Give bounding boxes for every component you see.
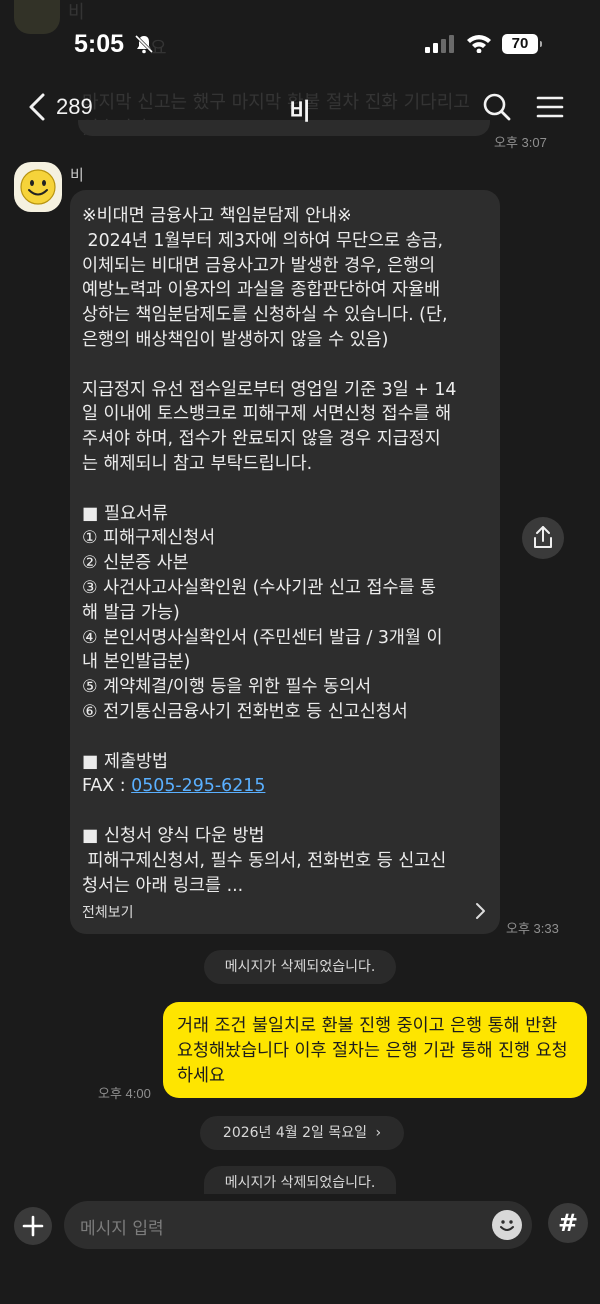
- message-line: 상하는 책임분담제도를 신청하실 수 있습니다. (단,: [82, 305, 448, 326]
- plus-icon: [22, 1215, 44, 1237]
- smiley-icon: [20, 169, 56, 205]
- status-time: 5:05: [74, 30, 125, 58]
- message-input-placeholder: 메시지 입력: [80, 1219, 164, 1239]
- message-line: 해 발급 가능): [82, 602, 180, 623]
- message-line: 피해구제신청서, 필수 동의서, 전화번호 등 신고신: [82, 850, 447, 871]
- share-button[interactable]: [522, 517, 564, 559]
- message-time: 오후 3:07: [494, 135, 547, 150]
- share-icon: [534, 526, 552, 548]
- message-line: [82, 725, 494, 750]
- bell-muted-icon: [134, 34, 154, 54]
- message-line: ■ 제출방법: [82, 751, 168, 772]
- message-line: 내 본인발급분): [82, 652, 191, 673]
- battery-indicator: 70: [502, 34, 542, 54]
- message-composer: 메시지 입력 #: [0, 1195, 600, 1304]
- message-input[interactable]: 메시지 입력: [64, 1201, 532, 1249]
- date-divider-label: 2026년 4월 2일 목요일: [222, 1125, 367, 1141]
- view-all-link[interactable]: 전체보기: [82, 902, 134, 922]
- search-icon[interactable]: [482, 92, 512, 122]
- message-line: ③ 사건사고사실확인원 (수사기관 신고 접수를 통: [82, 577, 437, 598]
- message-line: 청서는 아래 링크를 ...: [82, 875, 244, 896]
- message-line: 는 해제되니 참고 부탁드립니다.: [82, 453, 313, 474]
- incoming-message-bubble[interactable]: ※비대면 금융사고 책임분담제 안내※ 2024년 1월부터 제3자에 의하여 …: [70, 190, 500, 934]
- chevron-right-icon: ›: [375, 1125, 382, 1141]
- message-line: ⑤ 계약체결/이행 등을 위한 필수 동의서: [82, 677, 372, 698]
- add-attachment-button[interactable]: [14, 1207, 52, 1245]
- outgoing-message-text: 거래 조건 불일치로 환불 진행 중이고 은행 통해 반환 요청해놨습니다 이후…: [177, 1016, 568, 1086]
- deleted-message-notice: 메시지가 삭제되었습니다.: [204, 950, 396, 984]
- message-line: ■ 신청서 양식 다운 방법: [82, 825, 265, 846]
- outgoing-message-bubble[interactable]: 거래 조건 불일치로 환불 진행 중이고 은행 통해 반환 요청해놨습니다 이후…: [163, 1002, 587, 1098]
- message-line: 2024년 1월부터 제3자에 의하여 무단으로 송금,: [82, 230, 444, 251]
- message-line: ① 피해구제신청서: [82, 528, 216, 549]
- signal-icon: [425, 35, 454, 53]
- message-time: 오후 4:00: [98, 1086, 151, 1101]
- message-line: ■ 필요서류: [82, 503, 168, 524]
- message-line: ※비대면 금융사고 책임분담제 안내※: [82, 206, 352, 226]
- message-line: ⑥ 전기통신금융사기 전화번호 등 신고신청서: [82, 701, 408, 722]
- status-bar: 5:05 70: [0, 0, 600, 78]
- date-divider[interactable]: 2026년 4월 2일 목요일 ›: [200, 1116, 404, 1150]
- menu-icon[interactable]: [536, 95, 564, 119]
- hashtag-search-button[interactable]: #: [548, 1203, 588, 1243]
- message-line: [82, 799, 494, 824]
- fax-number-link[interactable]: 0505-295-6215: [131, 776, 265, 796]
- message-line: 지급정지 유선 접수일로부터 영업일 기준 3일 + 14: [82, 379, 457, 400]
- emoji-icon: [500, 1220, 514, 1231]
- sender-name: 비: [70, 166, 84, 184]
- incoming-message-text: ※비대면 금융사고 책임분담제 안내※ 2024년 1월부터 제3자에 의하여 …: [82, 204, 494, 898]
- wifi-icon: [467, 35, 491, 53]
- message-line: FAX : 0505-295-6215: [82, 776, 266, 797]
- emoji-button[interactable]: [492, 1210, 522, 1240]
- message-line: 이체되는 비대면 금융사고가 발생한 경우, 은행의: [82, 255, 436, 276]
- message-line: 주셔야 하며, 접수가 완료되지 않을 경우 지급정지: [82, 429, 441, 450]
- message-line: 일 이내에 토스뱅크로 피해구제 서면신청 접수를 해: [82, 404, 452, 425]
- message-line: ④ 본인서명사실확인서 (주민센터 발급 / 3개월 이: [82, 627, 443, 648]
- chevron-right-icon[interactable]: [474, 902, 486, 920]
- chat-header: 289 비: [0, 78, 600, 138]
- message-line: [82, 353, 494, 378]
- message-line: ② 신분증 사본: [82, 553, 189, 574]
- message-time: 오후 3:33: [506, 921, 559, 936]
- deleted-message-notice: 메시지가 삭제되었습니다.: [204, 1166, 396, 1194]
- message-line: 예방노력과 이용자의 과실을 종합판단하여 자율배: [82, 280, 441, 301]
- avatar[interactable]: [14, 162, 62, 212]
- message-line: [82, 477, 494, 502]
- message-line: 은행의 배상책임이 발생하지 않을 수 있음): [82, 329, 389, 350]
